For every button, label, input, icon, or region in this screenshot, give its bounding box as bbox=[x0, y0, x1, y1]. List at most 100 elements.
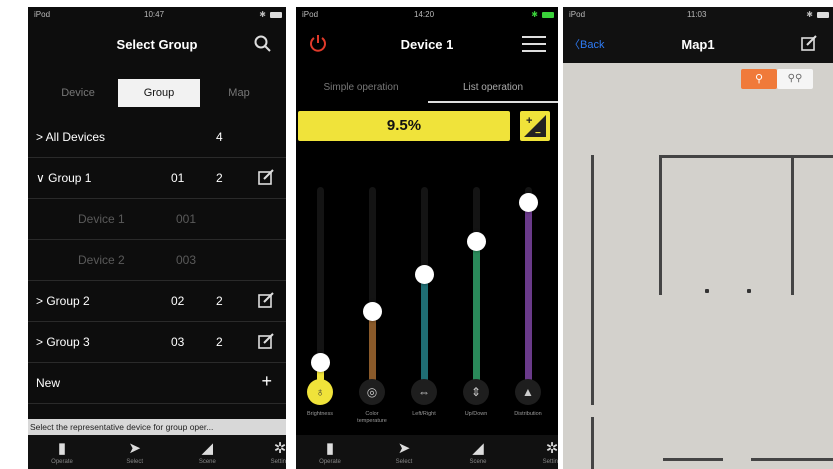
slider-fill bbox=[473, 241, 480, 382]
group-row[interactable]: > All Devices 4 bbox=[28, 117, 286, 158]
edit-icon[interactable] bbox=[258, 169, 274, 185]
status-time: 11:03 bbox=[687, 10, 707, 19]
tab-simple-operation[interactable]: Simple operation bbox=[296, 75, 426, 101]
row-id: 01 bbox=[171, 171, 185, 185]
multi-pin-icon[interactable]: ⚲⚲ bbox=[777, 69, 813, 89]
adjust-button[interactable]: + − bbox=[520, 111, 550, 141]
status-bar: iPod 10:47 ✱ bbox=[28, 7, 286, 23]
device-marker[interactable] bbox=[747, 289, 751, 293]
color-temp-slider[interactable] bbox=[363, 187, 382, 382]
slider-knob[interactable] bbox=[467, 231, 486, 251]
tab-label: Operate bbox=[319, 459, 341, 465]
edit-icon[interactable] bbox=[258, 333, 274, 349]
bulb-slider[interactable] bbox=[311, 187, 330, 382]
tab-operate[interactable]: ▮ Operate bbox=[310, 435, 350, 469]
tab-device[interactable]: Device bbox=[37, 79, 119, 107]
slider-fill bbox=[525, 202, 532, 382]
status-bar: iPod 11:03 ✱ bbox=[563, 7, 833, 23]
row-label: > All Devices bbox=[36, 130, 106, 144]
cursor-icon: ➤ bbox=[128, 440, 141, 457]
device-marker[interactable] bbox=[705, 289, 709, 293]
page-title: Map1 bbox=[681, 37, 715, 52]
map-wall bbox=[591, 417, 594, 469]
row-label: Device 1 bbox=[78, 212, 125, 226]
bulb-icon[interactable]: ♁ bbox=[307, 379, 333, 405]
slider-knob[interactable] bbox=[519, 192, 538, 212]
tab-label: Setting bbox=[270, 459, 286, 465]
status-time: 14:20 bbox=[414, 10, 435, 19]
slider-knob[interactable] bbox=[363, 301, 382, 321]
nav-bar: Device 1 bbox=[296, 23, 558, 63]
tab-operate[interactable]: ▮ Operate bbox=[42, 435, 82, 469]
slider-label: Up/Down bbox=[464, 411, 488, 417]
select-group-screen: iPod 10:47 ✱ Select Group Device Group M… bbox=[28, 7, 286, 469]
search-icon[interactable] bbox=[254, 35, 272, 53]
row-label: > Group 3 bbox=[36, 335, 90, 349]
row-count: 4 bbox=[216, 130, 223, 144]
row-id: 02 bbox=[171, 294, 185, 308]
tab-setting[interactable]: ✲ Setting bbox=[260, 435, 286, 469]
pan-icon[interactable]: ⇔ bbox=[411, 379, 437, 405]
scene-icon: ◢ bbox=[472, 440, 484, 457]
map-wall bbox=[663, 458, 723, 461]
floor-map[interactable]: ⚲ ⚲⚲ bbox=[563, 63, 833, 469]
edit-icon[interactable] bbox=[801, 35, 817, 51]
slider-fill bbox=[369, 311, 376, 382]
battery-icon bbox=[542, 12, 554, 18]
tab-label: Setting bbox=[542, 459, 558, 465]
group-row[interactable]: ∨ Group 1 01 2 bbox=[28, 158, 286, 199]
slider-knob[interactable] bbox=[311, 352, 330, 372]
tab-select[interactable]: ➤ Select bbox=[115, 435, 155, 469]
view-segmented-control: Device Group Map bbox=[28, 73, 286, 115]
page-title: Select Group bbox=[116, 37, 198, 52]
device-row[interactable]: Device 1 001 bbox=[28, 199, 286, 240]
slider-label: Color temperature bbox=[357, 411, 387, 424]
add-icon[interactable]: + bbox=[261, 371, 272, 392]
row-count: 2 bbox=[216, 171, 223, 185]
tab-label: Scene bbox=[198, 459, 216, 465]
phone-icon: ▮ bbox=[325, 440, 335, 457]
row-id: 003 bbox=[176, 253, 197, 267]
tab-bar: ▮ Operate ➤ Select ◢ Scene ✲ Setting bbox=[28, 435, 286, 469]
tab-scene[interactable]: ◢ Scene bbox=[458, 435, 498, 469]
map-wall bbox=[659, 155, 662, 295]
tab-scene[interactable]: ◢ Scene bbox=[187, 435, 227, 469]
tab-setting[interactable]: ✲ Setting bbox=[532, 435, 558, 469]
device-row[interactable]: Device 2 003 bbox=[28, 240, 286, 281]
plus-minus-icon: +− bbox=[524, 115, 546, 139]
menu-icon[interactable] bbox=[522, 35, 546, 53]
map-screen: iPod 11:03 ✱ 〈Back Map1 ⚲ ⚲⚲ bbox=[563, 7, 833, 469]
brightness-percent-display: 9.5% bbox=[298, 111, 510, 141]
map-wall bbox=[659, 155, 833, 158]
tab-list-operation[interactable]: List operation bbox=[428, 75, 558, 103]
pan-slider[interactable] bbox=[415, 187, 434, 382]
slider-label: Brightness bbox=[307, 411, 333, 417]
group-row[interactable]: > Group 3 03 2 bbox=[28, 322, 286, 363]
tab-group[interactable]: Group bbox=[118, 79, 200, 107]
tab-select[interactable]: ➤ Select bbox=[384, 435, 424, 469]
bluetooth-icon: ✱ bbox=[531, 10, 538, 19]
gear-icon: ✲ bbox=[545, 440, 558, 457]
row-id: 001 bbox=[176, 212, 197, 226]
carrier-label: iPod bbox=[302, 10, 319, 19]
pin-icon[interactable]: ⚲ bbox=[741, 69, 777, 89]
group-row[interactable]: > Group 2 02 2 bbox=[28, 281, 286, 322]
tilt-icon[interactable]: ⇕ bbox=[463, 379, 489, 405]
color-temp-icon[interactable]: ◎ bbox=[359, 379, 385, 405]
row-label: New bbox=[36, 376, 61, 390]
beam-icon[interactable]: ▲ bbox=[515, 379, 541, 405]
row-label: Device 2 bbox=[78, 253, 125, 267]
slider-fill bbox=[421, 274, 428, 382]
row-id: 03 bbox=[171, 335, 185, 349]
bluetooth-icon: ✱ bbox=[806, 10, 813, 19]
hint-banner: Select the representative device for gro… bbox=[28, 419, 286, 435]
tab-bar: ▮ Operate ➤ Select ◢ Scene ✲ Setting bbox=[296, 435, 558, 469]
gear-icon: ✲ bbox=[273, 440, 286, 457]
beam-slider[interactable] bbox=[519, 187, 538, 382]
slider-knob[interactable] bbox=[415, 264, 434, 284]
tilt-slider[interactable] bbox=[467, 187, 486, 382]
edit-icon[interactable] bbox=[258, 292, 274, 308]
group-row[interactable]: New + bbox=[28, 363, 286, 404]
tab-map[interactable]: Map bbox=[198, 79, 280, 107]
row-label: ∨ Group 1 bbox=[36, 171, 92, 185]
